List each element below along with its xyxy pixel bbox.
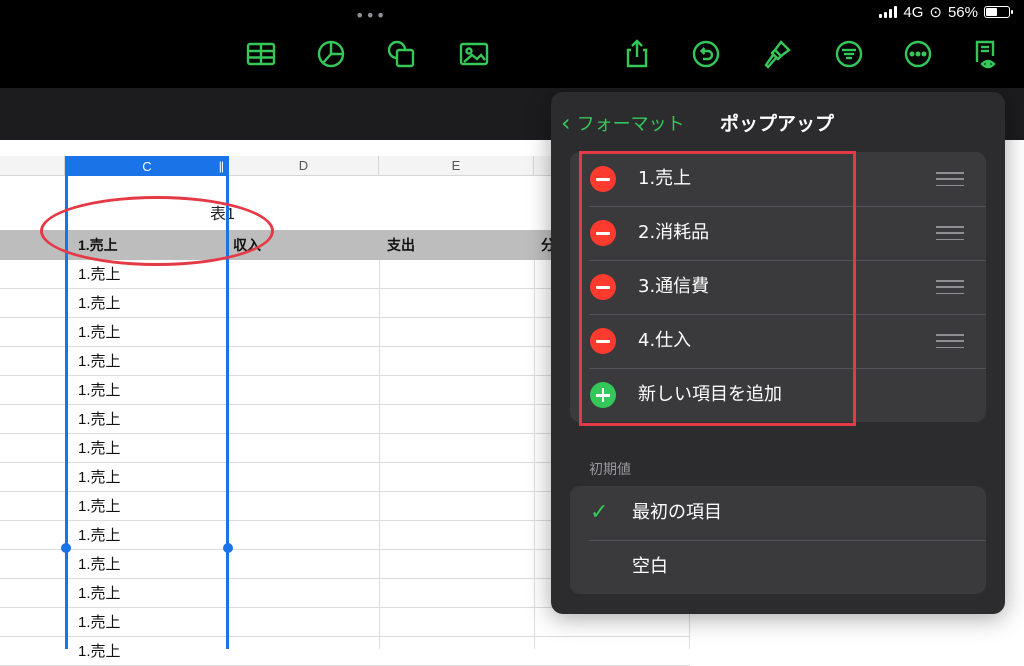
column-header-c[interactable]: C || [65,156,229,176]
reader-view-icon[interactable] [968,37,1002,71]
share-icon[interactable] [620,37,654,71]
option-label: 最初の項目 [632,502,722,523]
default-option-first-item[interactable]: ✓ 最初の項目 [570,486,986,540]
shapes-icon[interactable] [384,37,418,71]
list-item[interactable]: 2.消耗品 [570,206,986,260]
chart-icon[interactable] [314,37,348,71]
default-value-list: ✓ 最初の項目 空白 [570,486,986,594]
reorder-handle-icon[interactable] [936,226,964,240]
checkmark-icon: ✓ [590,500,609,525]
header-cell-e[interactable]: 支出 [387,230,415,260]
format-popover: ‹ フォーマット ポップアップ 1.売上 2.消耗品 3.通信費 4.仕入 新し… [551,92,1005,614]
status-bar: 4G ⊙ 56% [879,3,1013,21]
remove-icon[interactable] [590,274,616,300]
column-header-b[interactable] [0,156,65,176]
item-label[interactable]: 4.仕入 [638,314,691,368]
selection-handle-right[interactable] [223,543,233,553]
annotation-ellipse [40,196,274,266]
table-icon[interactable] [244,37,278,71]
column-header-label: D [298,158,309,173]
item-label[interactable]: 3.通信費 [638,260,709,314]
item-label[interactable]: 1.売上 [638,152,691,206]
organize-icon[interactable] [832,37,866,71]
default-value-section-label: 初期値 [589,462,631,478]
reorder-handle-icon[interactable] [936,280,964,294]
multitasking-grabber[interactable]: ••• [355,6,386,25]
signal-icon [879,6,898,18]
popup-items-list: 1.売上 2.消耗品 3.通信費 4.仕入 新しい項目を追加 [570,152,986,422]
more-icon[interactable] [901,37,935,71]
list-item[interactable]: 1.売上 [570,152,986,206]
selection-handle-left[interactable] [61,543,71,553]
item-label[interactable]: 2.消耗品 [638,206,709,260]
network-type: 4G [903,3,924,21]
format-brush-icon[interactable] [760,37,794,71]
reorder-handle-icon[interactable] [936,334,964,348]
popover-title: ポップアップ [720,113,835,135]
remove-icon[interactable] [590,166,616,192]
add-item-label: 新しい項目を追加 [638,384,782,405]
media-icon[interactable] [457,37,491,71]
add-icon[interactable] [590,382,616,408]
back-label: フォーマット [576,114,685,135]
chevron-left-icon: ‹ [561,109,571,137]
orientation-lock-icon: ⊙ [929,4,942,21]
column-header-d[interactable]: D [229,156,379,176]
remove-icon[interactable] [590,220,616,246]
column-header-label: E [451,158,461,173]
battery-icon [984,6,1013,18]
column-header-e[interactable]: E [379,156,534,176]
battery-percent: 56% [947,3,978,21]
toolbar: ••• 4G ⊙ 56% [0,0,1024,88]
list-item[interactable]: 4.仕入 [570,314,986,368]
column-header-label: C [142,158,152,174]
reorder-handle-icon[interactable] [936,172,964,186]
remove-icon[interactable] [590,328,616,354]
list-item[interactable]: 3.通信費 [570,260,986,314]
default-option-blank[interactable]: 空白 [570,540,986,594]
option-label: 空白 [632,556,668,577]
column-resize-handle[interactable]: || [219,159,224,173]
column-divider [379,260,380,649]
add-item-button[interactable]: 新しい項目を追加 [570,368,986,422]
back-button[interactable]: ‹ フォーマット [561,110,685,136]
column-divider [534,260,535,649]
undo-icon[interactable] [689,37,723,71]
